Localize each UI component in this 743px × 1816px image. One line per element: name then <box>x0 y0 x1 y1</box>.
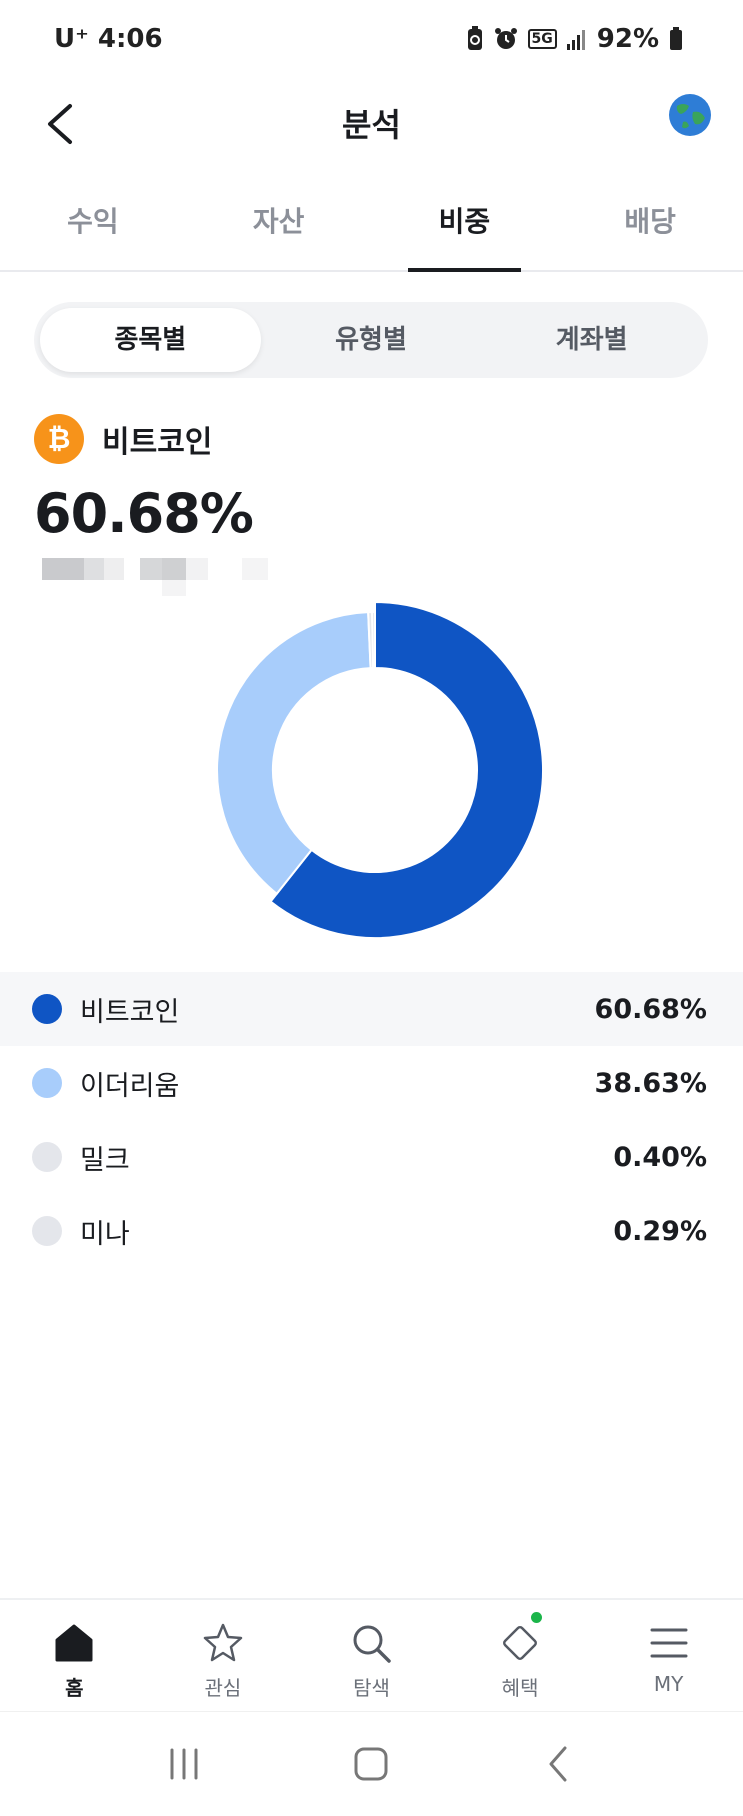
legend-row-bitcoin[interactable]: 비트코인 60.68% <box>0 972 743 1046</box>
legend-value: 0.29% <box>613 1215 707 1247</box>
legend-row-milk[interactable]: 밀크 0.40% <box>0 1120 743 1194</box>
legend-value: 0.40% <box>613 1141 707 1173</box>
alarm-icon <box>494 28 517 49</box>
legend-name: 이더리움 <box>80 1070 180 1102</box>
bottom-nav: 홈 관심 탐색 혜택 MY <box>0 1598 743 1711</box>
menu-icon <box>650 1628 688 1658</box>
home-button-icon[interactable] <box>341 1734 401 1794</box>
diamond-icon <box>503 1626 538 1660</box>
legend-row-ethereum[interactable]: 이더리움 38.63% <box>0 1046 743 1120</box>
nav-watchlist[interactable]: 관심 <box>149 1600 298 1711</box>
tab-dividend[interactable]: 배당 <box>557 176 743 270</box>
legend-name: 미나 <box>80 1218 130 1250</box>
carrier-label: U⁺ <box>54 24 89 54</box>
battery-icon <box>670 27 682 50</box>
legend-dot-icon <box>32 1216 62 1246</box>
tab-assets[interactable]: 자산 <box>186 176 372 270</box>
battery-percent: 92% <box>596 24 659 54</box>
legend-list: 비트코인 60.68% 이더리움 38.63% 밀크 0.40% 미나 0.29… <box>0 972 743 1268</box>
star-icon <box>203 1623 243 1662</box>
blurred-amount <box>22 540 308 602</box>
segment-by-type[interactable]: 유형별 <box>261 308 482 372</box>
nav-home[interactable]: 홈 <box>0 1600 149 1711</box>
system-nav <box>0 1711 743 1816</box>
status-bar: U⁺ 4:06 5G 92% <box>0 0 743 80</box>
back-button-icon[interactable] <box>529 1734 589 1794</box>
home-icon <box>55 1624 93 1662</box>
focus-coin-name: 비트코인 <box>102 425 213 460</box>
legend-row-mina[interactable]: 미나 0.29% <box>0 1194 743 1268</box>
segment-by-item[interactable]: 종목별 <box>40 308 261 372</box>
donut-slice-3[interactable] <box>371 610 376 670</box>
legend-value: 38.63% <box>594 1067 707 1099</box>
page-title: 분석 <box>342 106 401 144</box>
nav-my[interactable]: MY <box>594 1600 743 1711</box>
battery-saver-icon <box>467 26 482 50</box>
nav-explore[interactable]: 탐색 <box>297 1600 446 1711</box>
nav-label: 홈 <box>65 1676 84 1700</box>
main-tabs: 수익 자산 비중 배당 <box>0 176 743 272</box>
top-bar: 분석 <box>0 80 743 176</box>
recent-apps-icon[interactable] <box>154 1734 214 1794</box>
focus-percent: 60.68% <box>34 482 254 545</box>
bitcoin-icon: ₿ <box>34 414 84 464</box>
legend-name: 밀크 <box>80 1144 130 1176</box>
legend-name: 비트코인 <box>80 996 180 1028</box>
segment-by-account[interactable]: 계좌별 <box>481 308 702 372</box>
signal-icon <box>566 30 585 50</box>
search-icon <box>353 1625 392 1663</box>
network-type: 5G <box>527 29 557 49</box>
focus-header: ₿ 비트코인 <box>34 414 212 464</box>
legend-value: 60.68% <box>594 993 707 1025</box>
nav-label: 관심 <box>204 1676 242 1700</box>
legend-dot-icon <box>32 1068 62 1098</box>
tab-weight[interactable]: 비중 <box>372 176 558 272</box>
status-left: U⁺ 4:06 <box>54 24 163 54</box>
new-badge <box>530 1612 542 1623</box>
tab-profit[interactable]: 수익 <box>0 176 186 270</box>
nav-label: MY <box>653 1672 684 1696</box>
legend-dot-icon <box>32 994 62 1024</box>
donut-svg <box>216 600 544 939</box>
donut-chart <box>205 600 545 940</box>
donut-slice-1[interactable] <box>216 611 372 896</box>
globe-icon[interactable] <box>667 92 713 138</box>
status-right: 5G 92% <box>466 24 683 54</box>
clock: 4:06 <box>97 24 163 54</box>
legend-dot-icon <box>32 1142 62 1172</box>
nav-label: 탐색 <box>353 1676 390 1700</box>
segment-control: 종목별 유형별 계좌별 <box>34 302 708 378</box>
nav-label: 혜택 <box>501 1676 539 1700</box>
nav-benefits[interactable]: 혜택 <box>446 1600 595 1711</box>
